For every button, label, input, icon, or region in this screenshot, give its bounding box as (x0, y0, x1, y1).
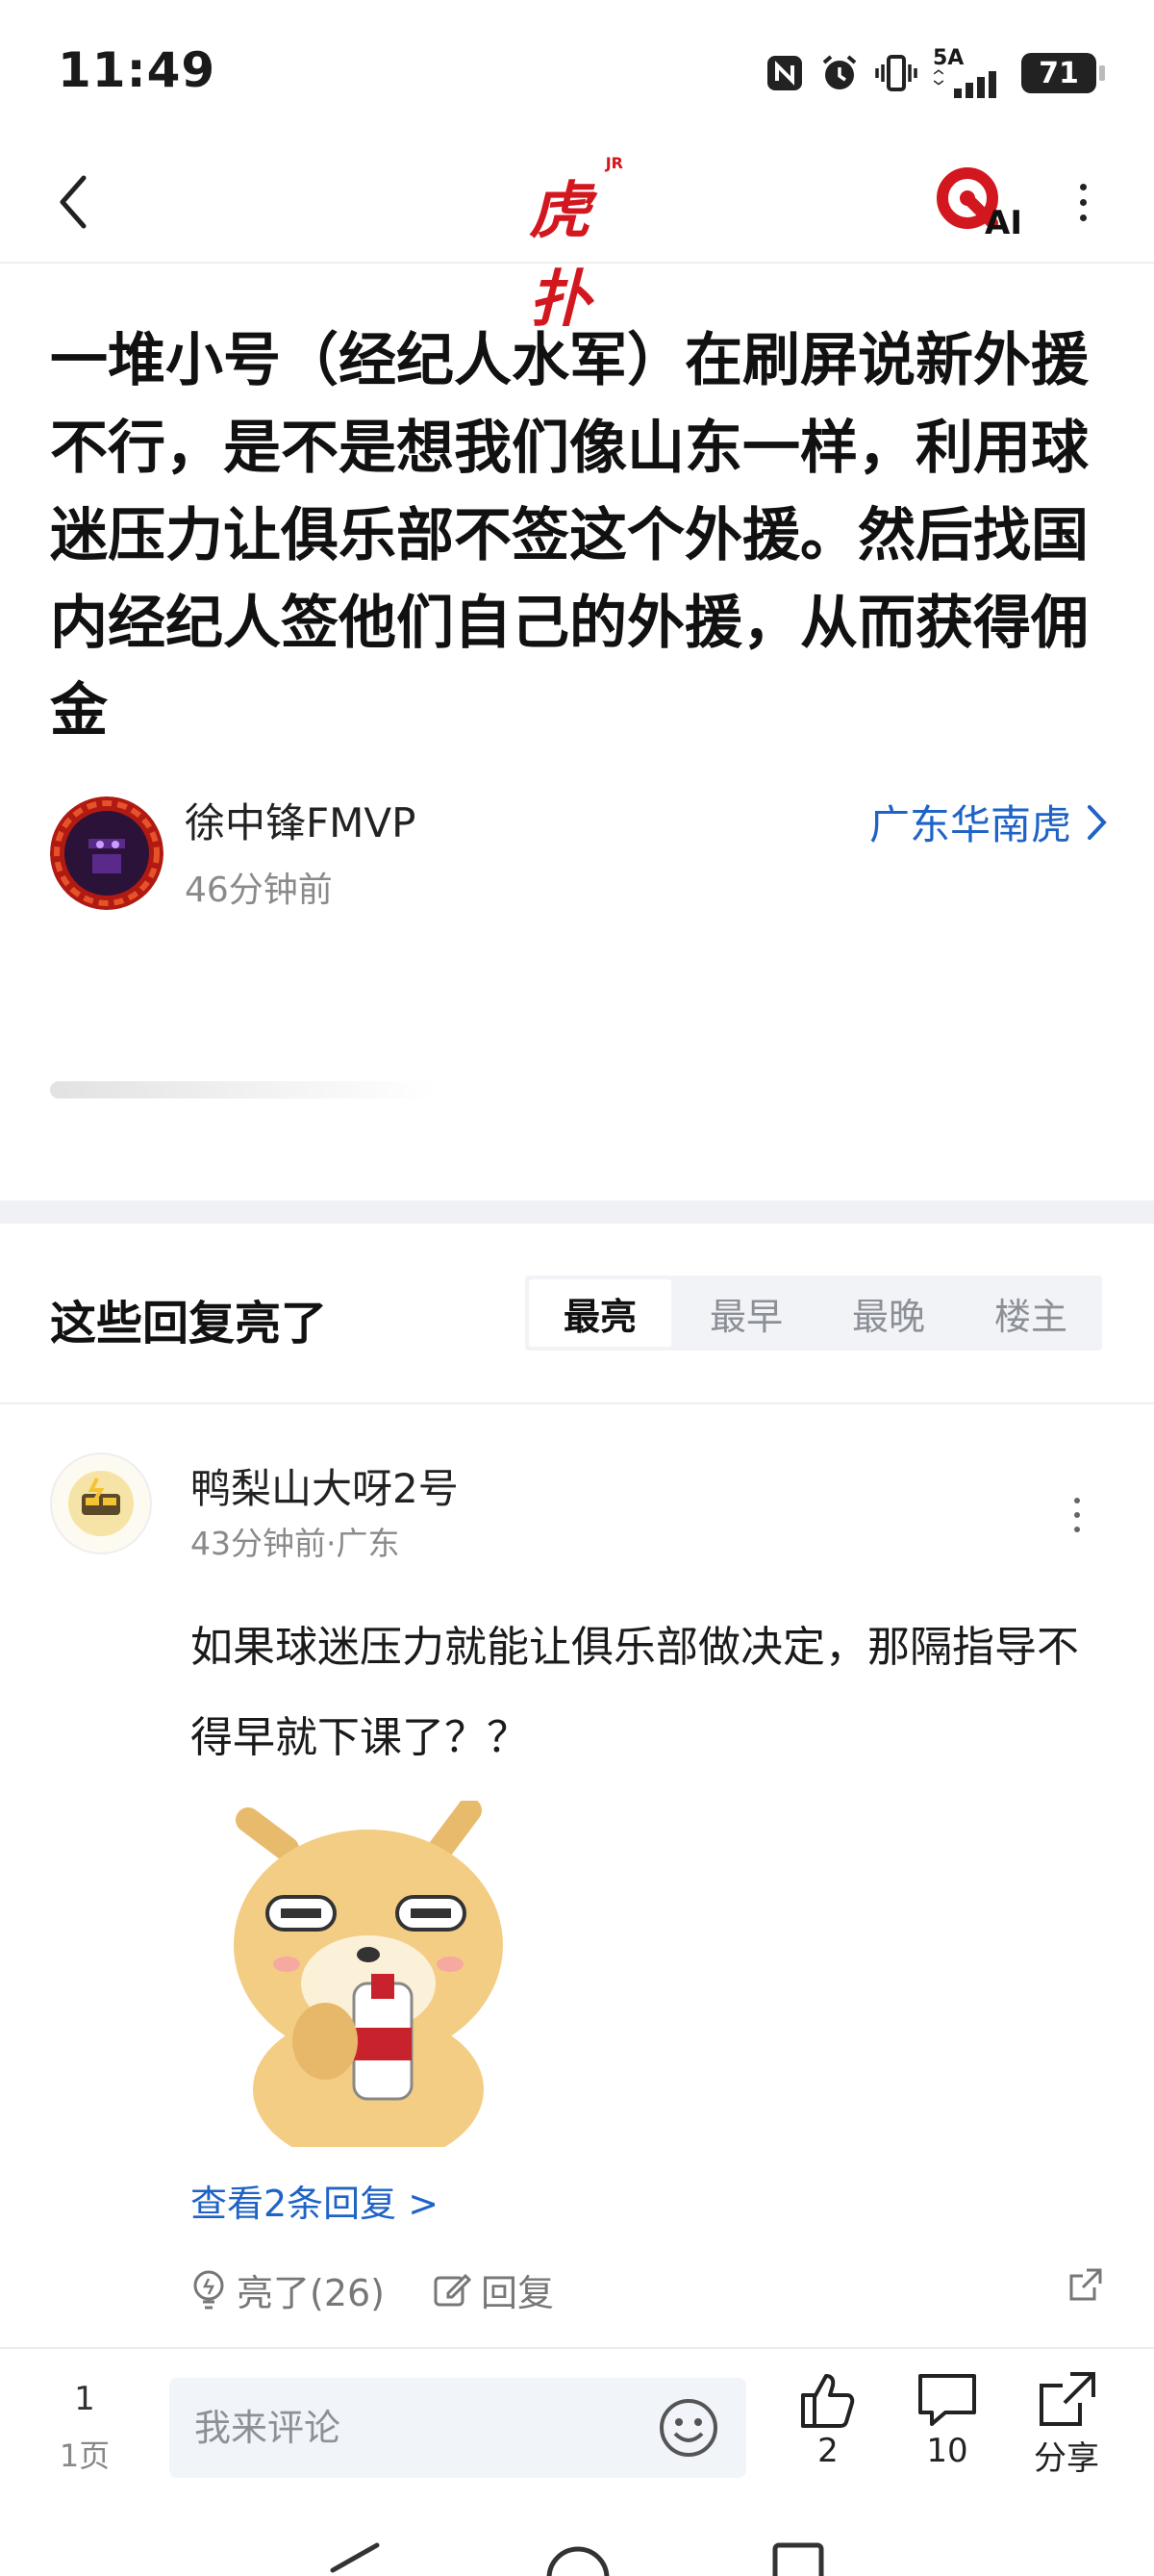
ai-label: AI (985, 204, 1022, 242)
more-dot-icon (1074, 1498, 1080, 1503)
section-divider (0, 1200, 1154, 1224)
avatar-image (50, 796, 163, 910)
comment-share-button[interactable] (1066, 2266, 1104, 2309)
system-navigation-bar (0, 2491, 1154, 2576)
view-replies-link[interactable]: 查看2条回复 > (190, 2174, 439, 2227)
ai-assistant-button[interactable]: AI (931, 154, 1037, 242)
comment-text: 如果球迷压力就能让俱乐部做决定，那隔指导不得早就下课了？？ (190, 1623, 1079, 1762)
share-button[interactable]: 分享 (1014, 2370, 1119, 2486)
logo-text: 虎扑 (529, 176, 590, 336)
alarm-icon (819, 53, 860, 93)
replies-header: 这些回复亮了 最亮 最早 最晚 楼主 (0, 1224, 1154, 1404)
replies-section-title: 这些回复亮了 (50, 1297, 328, 1351)
back-arrow-icon (60, 175, 87, 229)
logo-jr: JR (605, 154, 623, 172)
comments-button[interactable]: 10 (894, 2370, 1000, 2486)
post-time: 46分钟前 (185, 871, 333, 910)
battery-icon: 71 (1021, 53, 1105, 93)
more-dot-icon (1074, 1512, 1080, 1518)
status-time: 11:49 (58, 42, 216, 98)
vibrate-icon (875, 53, 917, 93)
sort-tab-brightest[interactable]: 最亮 (529, 1279, 671, 1347)
commenter-name[interactable]: 鸭梨山大呀2号 (190, 1456, 459, 1515)
share-icon (1040, 2372, 1095, 2426)
signal-icon: 5A (933, 48, 1006, 98)
more-dot-icon (1074, 1527, 1080, 1532)
author-avatar[interactable] (50, 796, 163, 910)
likes-count: 2 (817, 2432, 839, 2470)
lightbulb-icon (193, 2270, 224, 2310)
like-count-label: 亮了(26) (237, 2271, 386, 2314)
topic-link[interactable]: 广东华南虎 (869, 793, 1108, 851)
comment-item: 鸭梨山大呀2号 43分钟前·广东 如果球迷压力就能让俱乐部做决定，那隔指导不得早… (0, 1404, 1154, 2347)
status-bar: 11:49 5A 71 (0, 0, 1154, 144)
content-placeholder (50, 1081, 435, 1099)
page-current: 1 (74, 2380, 95, 2418)
emoji-icon[interactable] (658, 2397, 719, 2459)
status-icons: 5A 71 (765, 48, 1105, 98)
bottom-action-bar: 1 1页 2 10 分享 (0, 2347, 1154, 2491)
comment-meta: 43分钟前·广东 (190, 1525, 400, 1562)
share-icon (1069, 2268, 1102, 2301)
comment-input-box[interactable] (169, 2378, 746, 2478)
commenter-avatar[interactable] (50, 1452, 152, 1554)
comment-bubble-icon (918, 2374, 976, 2426)
system-recents-icon[interactable] (769, 2541, 827, 2576)
more-dot-icon (1079, 198, 1087, 206)
battery-level: 71 (1039, 56, 1079, 90)
sticker-image[interactable] (210, 1798, 527, 2166)
edit-icon (434, 2273, 472, 2307)
sort-tabs: 最亮 最早 最晚 楼主 (525, 1275, 1102, 1351)
system-back-icon[interactable] (325, 2541, 383, 2576)
share-label: 分享 (1034, 2439, 1099, 2478)
post-title: 一堆小号（经纪人水军）在刷屏说新外援不行，是不是想我们像山东一样，利用球迷压力让… (50, 327, 1089, 745)
topic-name: 广东华南虎 (868, 801, 1071, 848)
page-total: 1页 (59, 2437, 111, 2474)
nav-bar: 虎扑 JR AI (0, 144, 1154, 336)
thumbs-up-icon (801, 2374, 855, 2428)
sort-tab-latest[interactable]: 最晚 (817, 1275, 960, 1351)
page-indicator[interactable]: 1 1页 (38, 2380, 131, 2476)
network-type-label: 5A (933, 46, 965, 70)
sort-tab-op[interactable]: 楼主 (960, 1275, 1102, 1351)
avatar-badge-icon (68, 1471, 134, 1536)
thumbs-up-button[interactable]: 2 (775, 2370, 881, 2486)
reply-button[interactable]: 回复 (433, 2263, 554, 2316)
chevron-right-icon (1088, 804, 1107, 840)
shiba-dog-sticker-icon (234, 1798, 503, 2166)
comment-actions: 亮了(26) 回复 (190, 2260, 1104, 2318)
sort-tab-earliest[interactable]: 最早 (675, 1275, 817, 1351)
like-button[interactable]: 亮了(26) (190, 2263, 385, 2316)
system-home-icon[interactable] (544, 2541, 612, 2576)
back-button[interactable] (44, 173, 102, 231)
more-dot-icon (1079, 214, 1087, 221)
more-dot-icon (1079, 183, 1087, 190)
comment-input[interactable] (194, 2403, 617, 2453)
more-options-button[interactable] (1066, 164, 1100, 240)
hupu-logo: 虎扑 JR (529, 154, 625, 336)
nfc-icon (765, 54, 804, 92)
comment-more-button[interactable] (1058, 1481, 1096, 1549)
reply-label: 回复 (481, 2271, 555, 2314)
comments-count: 10 (926, 2432, 968, 2470)
author-name[interactable]: 徐中锋FMVP (185, 791, 415, 849)
author-row: 徐中锋FMVP 46分钟前 广东华南虎 (50, 791, 1108, 916)
